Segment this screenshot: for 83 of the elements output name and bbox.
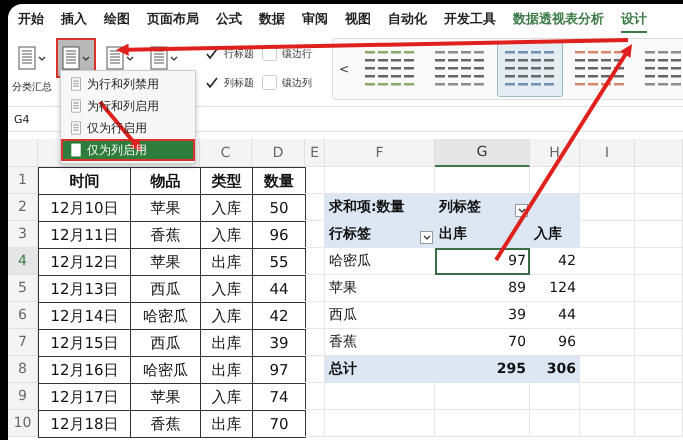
ribbon-tab[interactable]: 视图 bbox=[345, 10, 371, 33]
ribbon-tab[interactable]: 设计 bbox=[621, 10, 647, 33]
ribbon-tab[interactable]: 自动化 bbox=[388, 10, 427, 33]
row-header[interactable]: 9 bbox=[8, 383, 38, 410]
option-label: 镶边列 bbox=[282, 76, 312, 90]
previous-button[interactable]: < bbox=[339, 62, 350, 76]
empty-cell bbox=[635, 302, 683, 329]
row-header[interactable]: 3 bbox=[8, 221, 38, 248]
empty-cell bbox=[305, 410, 325, 437]
empty-cell bbox=[305, 383, 325, 410]
empty-cell bbox=[580, 167, 635, 194]
ribbon-tab[interactable]: 数据 bbox=[259, 10, 285, 33]
empty-cell bbox=[530, 383, 580, 410]
row-header[interactable]: 6 bbox=[8, 302, 38, 329]
column-header[interactable]: C bbox=[200, 139, 252, 167]
column-heading: 数量 bbox=[252, 167, 306, 195]
empty-cell bbox=[635, 248, 683, 275]
row-header[interactable]: 1 bbox=[8, 167, 38, 194]
ribbon-tab[interactable]: 审阅 bbox=[302, 10, 328, 33]
ribbon-tab[interactable]: 开发工具 bbox=[444, 10, 496, 33]
caret-icon bbox=[170, 56, 178, 60]
row-label: 行标签 bbox=[329, 225, 371, 243]
pivot-header: 求和项:数量 bbox=[325, 194, 435, 221]
document-icon bbox=[71, 99, 81, 113]
pivot-column-header: 入库 bbox=[530, 221, 580, 248]
empty-cell bbox=[580, 383, 635, 410]
ribbon-tab[interactable]: 开始 bbox=[18, 10, 44, 33]
caret-icon bbox=[422, 235, 430, 240]
empty-cell bbox=[635, 221, 683, 248]
option-label: 镶边行 bbox=[282, 48, 312, 60]
document-icon bbox=[71, 77, 81, 91]
ribbon-tab[interactable]: 页面布局 bbox=[147, 10, 199, 33]
total-cell: 295 bbox=[435, 356, 530, 383]
empty-cell bbox=[635, 410, 683, 437]
column-header[interactable]: E bbox=[305, 139, 325, 167]
empty-cell bbox=[635, 329, 683, 356]
row-header[interactable]: 8 bbox=[8, 356, 38, 383]
total-label: 总计 bbox=[325, 356, 435, 383]
column-heading: 时间 bbox=[38, 167, 131, 195]
filter-button[interactable] bbox=[420, 231, 433, 244]
document-icon bbox=[18, 46, 36, 70]
name-box[interactable]: G4 bbox=[14, 112, 30, 126]
column-header[interactable]: F bbox=[325, 139, 435, 167]
row-header[interactable]: 4 bbox=[8, 248, 38, 275]
option-label: 行标题 bbox=[224, 48, 254, 60]
ribbon-tab[interactable]: 插入 bbox=[61, 10, 87, 33]
table-cell: 12月18日 bbox=[38, 410, 131, 438]
table-style[interactable] bbox=[497, 41, 564, 97]
column-header[interactable]: D bbox=[252, 139, 305, 167]
caret-icon bbox=[82, 56, 90, 60]
pivot-cell[interactable]: 97 bbox=[435, 248, 530, 275]
total-cell: 306 bbox=[530, 356, 580, 383]
caret-icon bbox=[38, 56, 46, 60]
column-header[interactable]: I bbox=[580, 139, 635, 167]
ribbon-tab[interactable]: 数据透视表分析 bbox=[513, 10, 604, 33]
row-header[interactable]: 5 bbox=[8, 275, 38, 302]
caret-icon bbox=[126, 56, 134, 60]
column-header[interactable]: H bbox=[530, 139, 580, 167]
option-label: 列标题 bbox=[224, 76, 254, 90]
ribbon-tab[interactable]: 绘图 bbox=[104, 10, 130, 33]
column-header[interactable]: G bbox=[435, 139, 530, 167]
empty-cell bbox=[635, 194, 683, 221]
document-icon bbox=[71, 143, 81, 157]
empty-cell bbox=[635, 383, 683, 410]
row-header[interactable]: 2 bbox=[8, 194, 38, 221]
empty-cell bbox=[635, 275, 683, 302]
pivot-column-header: 出库 bbox=[435, 221, 530, 248]
column-label: 列标签 bbox=[439, 198, 481, 216]
table-cell: 70 bbox=[252, 410, 306, 438]
empty-cell bbox=[580, 410, 635, 437]
document-icon bbox=[71, 121, 81, 135]
check-icon bbox=[206, 48, 218, 59]
row-header[interactable]: 10 bbox=[8, 410, 38, 437]
check-icon bbox=[206, 77, 218, 88]
empty-cell bbox=[530, 410, 580, 437]
caret-icon bbox=[518, 208, 526, 213]
ribbon-tab[interactable]: 公式 bbox=[216, 10, 242, 33]
row-header[interactable]: 7 bbox=[8, 329, 38, 356]
empty-cell bbox=[635, 356, 683, 383]
checkbox[interactable] bbox=[262, 75, 277, 90]
subtotals-label: 分类汇总 bbox=[12, 80, 52, 94]
empty-cell bbox=[635, 167, 683, 194]
menu-item[interactable]: 为行和列禁用 bbox=[61, 73, 195, 95]
